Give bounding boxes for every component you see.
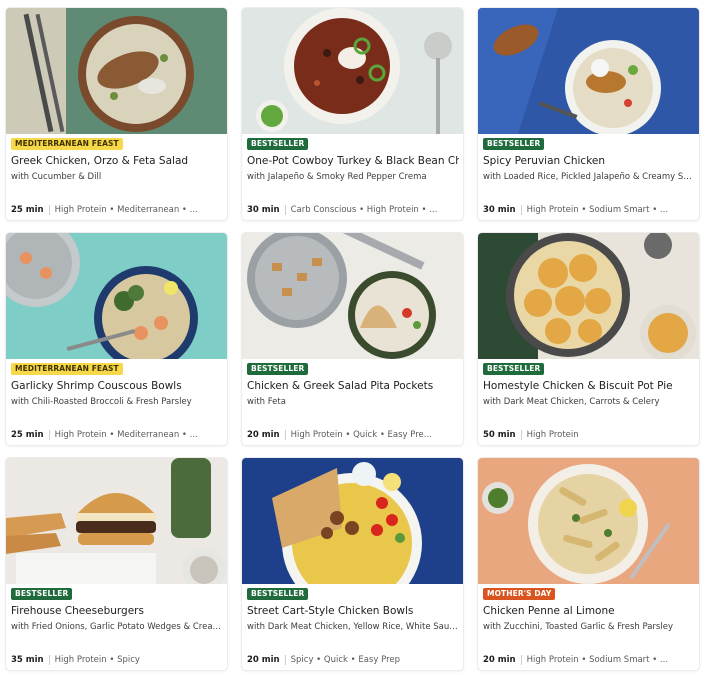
recipe-tags: High Protein • Mediterranean • ... <box>54 430 198 440</box>
meta-divider <box>520 205 522 215</box>
recipe-grid: MEDITERRANEAN FEAST Greek Chicken, Orzo … <box>0 0 705 675</box>
prep-time: 30 min <box>247 205 280 215</box>
pot-pie-image[interactable] <box>478 233 699 359</box>
recipe-subtitle: with Dark Meat Chicken, Carrots & Celery <box>483 397 660 407</box>
recipe-meta: 30 min Carb Conscious • High Protein • .… <box>247 204 459 216</box>
prep-time: 20 min <box>483 655 516 665</box>
recipe-title[interactable]: Firehouse Cheeseburgers <box>11 605 223 617</box>
recipe-subtitle: with Dark Meat Chicken, Yellow Rice, Whi… <box>247 622 459 632</box>
recipe-meta: 20 min High Protein • Quick • Easy Pre..… <box>247 429 459 441</box>
meta-divider <box>520 430 522 440</box>
recipe-card[interactable]: MEDITERRANEAN FEAST Greek Chicken, Orzo … <box>6 8 227 220</box>
shrimp-couscous-image[interactable] <box>6 233 227 359</box>
badge-label: BESTSELLER <box>247 363 309 375</box>
badge-label: BESTSELLER <box>483 138 545 150</box>
recipe-meta: 20 min Spicy • Quick • Easy Prep <box>247 654 459 666</box>
peruvian-chicken-image[interactable] <box>478 8 699 134</box>
recipe-title[interactable]: Chicken Penne al Limone <box>483 605 695 617</box>
prep-time: 35 min <box>11 655 44 665</box>
meta-divider <box>48 205 50 215</box>
badge-label: BESTSELLER <box>11 588 73 600</box>
recipe-subtitle: with Zucchini, Toasted Garlic & Fresh Pa… <box>483 622 673 632</box>
meta-divider <box>48 655 50 665</box>
recipe-title[interactable]: Street Cart-Style Chicken Bowls <box>247 605 459 617</box>
recipe-meta: 20 min High Protein • Sodium Smart • ... <box>483 654 695 666</box>
recipe-meta: 35 min High Protein • Spicy <box>11 654 223 666</box>
badge-label: BESTSELLER <box>483 363 545 375</box>
recipe-tags: High Protein • Spicy <box>54 655 140 665</box>
recipe-subtitle: with Feta <box>247 397 286 407</box>
prep-time: 50 min <box>483 430 516 440</box>
meta-divider <box>284 655 286 665</box>
recipe-tags: Carb Conscious • High Protein • ... <box>290 205 438 215</box>
recipe-tags: High Protein <box>526 430 579 440</box>
turkey-chili-image[interactable] <box>242 8 463 134</box>
recipe-tags: High Protein • Mediterranean • ... <box>54 205 198 215</box>
recipe-title[interactable]: Garlicky Shrimp Couscous Bowls <box>11 380 223 392</box>
badge-label: BESTSELLER <box>247 588 309 600</box>
meta-divider <box>284 430 286 440</box>
recipe-card[interactable]: BESTSELLER Homestyle Chicken & Biscuit P… <box>478 233 699 445</box>
recipe-subtitle: with Fried Onions, Garlic Potato Wedges … <box>11 622 223 632</box>
prep-time: 20 min <box>247 655 280 665</box>
recipe-card[interactable]: BESTSELLER One-Pot Cowboy Turkey & Black… <box>242 8 463 220</box>
meta-divider <box>48 430 50 440</box>
recipe-meta: 50 min High Protein <box>483 429 695 441</box>
recipe-meta: 25 min High Protein • Mediterranean • ..… <box>11 204 223 216</box>
recipe-title[interactable]: Homestyle Chicken & Biscuit Pot Pie <box>483 380 695 392</box>
recipe-title[interactable]: One-Pot Cowboy Turkey & Black Bean Chili <box>247 155 459 167</box>
meta-divider <box>520 655 522 665</box>
penne-limone-image[interactable] <box>478 458 699 584</box>
recipe-card[interactable]: BESTSELLER Chicken & Greek Salad Pita Po… <box>242 233 463 445</box>
recipe-title[interactable]: Spicy Peruvian Chicken <box>483 155 695 167</box>
badge-label: BESTSELLER <box>247 138 309 150</box>
chicken-bowls-image[interactable] <box>242 458 463 584</box>
recipe-tags: High Protein • Quick • Easy Pre... <box>290 430 432 440</box>
recipe-title[interactable]: Greek Chicken, Orzo & Feta Salad <box>11 155 223 167</box>
recipe-subtitle: with Chili-Roasted Broccoli & Fresh Pars… <box>11 397 192 407</box>
recipe-title[interactable]: Chicken & Greek Salad Pita Pockets <box>247 380 459 392</box>
recipe-subtitle: with Jalapeño & Smoky Red Pepper Crema <box>247 172 427 182</box>
recipe-meta: 25 min High Protein • Mediterranean • ..… <box>11 429 223 441</box>
recipe-tags: Spicy • Quick • Easy Prep <box>290 655 401 665</box>
recipe-card[interactable]: MEDITERRANEAN FEAST Garlicky Shrimp Cous… <box>6 233 227 445</box>
prep-time: 20 min <box>247 430 280 440</box>
prep-time: 25 min <box>11 430 44 440</box>
recipe-card[interactable]: BESTSELLER Firehouse Cheeseburgers with … <box>6 458 227 670</box>
recipe-card[interactable]: MOTHER'S DAY Chicken Penne al Limone wit… <box>478 458 699 670</box>
recipe-tags: High Protein • Sodium Smart • ... <box>526 655 669 665</box>
recipe-subtitle: with Cucumber & Dill <box>11 172 102 182</box>
recipe-card[interactable]: BESTSELLER Spicy Peruvian Chicken with L… <box>478 8 699 220</box>
recipe-card[interactable]: BESTSELLER Street Cart-Style Chicken Bow… <box>242 458 463 670</box>
cheeseburger-image[interactable] <box>6 458 227 584</box>
recipe-tags: High Protein • Sodium Smart • ... <box>526 205 669 215</box>
meta-divider <box>284 205 286 215</box>
prep-time: 30 min <box>483 205 516 215</box>
recipe-meta: 30 min High Protein • Sodium Smart • ... <box>483 204 695 216</box>
badge-label: MEDITERRANEAN FEAST <box>11 363 123 375</box>
badge-label: MEDITERRANEAN FEAST <box>11 138 123 150</box>
prep-time: 25 min <box>11 205 44 215</box>
pita-pockets-image[interactable] <box>242 233 463 359</box>
badge-label: MOTHER'S DAY <box>483 588 556 600</box>
greek-chicken-orzo-image[interactable] <box>6 8 227 134</box>
recipe-subtitle: with Loaded Rice, Pickled Jalapeño & Cre… <box>483 172 695 182</box>
